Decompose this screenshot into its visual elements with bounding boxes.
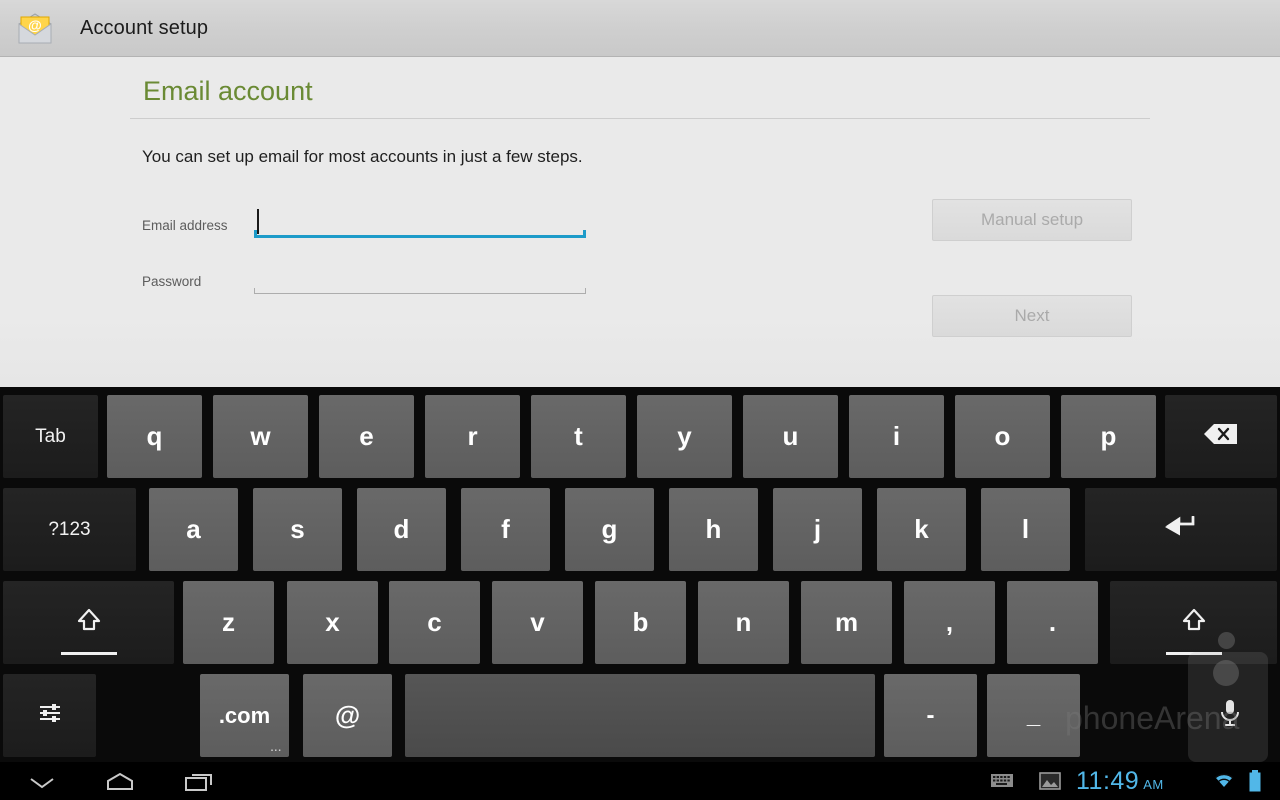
intro-text: You can set up email for most accounts i… — [142, 147, 583, 166]
setup-content: Email account You can set up email for m… — [0, 57, 1280, 387]
keyboard-icon[interactable] — [990, 771, 1014, 794]
title-divider — [130, 118, 1150, 119]
key-at-sign[interactable]: @ — [303, 674, 392, 757]
email-field-underline — [254, 230, 586, 238]
key-settings[interactable] — [3, 674, 96, 757]
popup-indicator: ... — [270, 743, 282, 754]
back-icon[interactable] — [20, 770, 64, 794]
key-symbols[interactable]: ?123 — [3, 488, 136, 571]
key-shift-right[interactable] — [1110, 581, 1277, 664]
key-enter[interactable] — [1085, 488, 1277, 571]
password-field-underline — [254, 288, 586, 294]
key-h[interactable]: h — [669, 488, 758, 571]
email-field-label: Email address — [142, 218, 228, 233]
next-button[interactable]: Next — [932, 295, 1132, 337]
onscreen-keyboard: Tab q w e r t y u i o p ?123 a s d f g h… — [0, 387, 1280, 762]
system-navigation-bar: 11:49 AM — [0, 762, 1280, 800]
key-y[interactable]: y — [637, 395, 732, 478]
app-title: Account setup — [80, 16, 209, 39]
email-input[interactable] — [254, 204, 586, 238]
backspace-icon — [1203, 422, 1239, 452]
key-m[interactable]: m — [801, 581, 892, 664]
key-u[interactable]: u — [743, 395, 838, 478]
key-dot-com[interactable]: .com ... — [200, 674, 289, 757]
key-j[interactable]: j — [773, 488, 862, 571]
key-underscore[interactable]: _ — [987, 674, 1080, 757]
key-f[interactable]: f — [461, 488, 550, 571]
key-q[interactable]: q — [107, 395, 202, 478]
text-caret — [257, 209, 259, 234]
key-dot-com-label: .com — [218, 702, 271, 728]
key-v[interactable]: v — [492, 581, 583, 664]
keyboard-row-1: Tab q w e r t y u i o p — [0, 391, 1280, 484]
key-tab[interactable]: Tab — [3, 395, 98, 478]
key-space[interactable] — [405, 674, 875, 757]
key-t[interactable]: t — [531, 395, 626, 478]
key-k[interactable]: k — [877, 488, 966, 571]
key-e[interactable]: e — [319, 395, 414, 478]
key-w[interactable]: w — [213, 395, 308, 478]
keyboard-row-3: z x c v b n m , . — [0, 577, 1280, 670]
wifi-icon — [1212, 772, 1236, 795]
key-o[interactable]: o — [955, 395, 1050, 478]
keyboard-row-2: ?123 a s d f g h j k l — [0, 484, 1280, 577]
key-r[interactable]: r — [425, 395, 520, 478]
sliders-icon — [37, 700, 63, 732]
key-c[interactable]: c — [389, 581, 480, 664]
shift-icon — [75, 606, 103, 640]
key-s[interactable]: s — [253, 488, 342, 571]
key-comma[interactable]: , — [904, 581, 995, 664]
password-field-label: Password — [142, 274, 202, 289]
microphone-icon — [1217, 697, 1243, 735]
clock-ampm: AM — [1143, 777, 1164, 792]
page-title: Email account — [143, 76, 313, 106]
android-tablet-screen: @ Account setup Email account You can se… — [0, 0, 1280, 800]
key-x[interactable]: x — [287, 581, 378, 664]
email-app-icon: @ — [15, 8, 55, 48]
key-period[interactable]: . — [1007, 581, 1098, 664]
clock-time: 11:49 — [1076, 767, 1140, 795]
home-icon[interactable] — [98, 770, 142, 794]
action-bar: @ Account setup — [0, 0, 1280, 57]
key-n[interactable]: n — [698, 581, 789, 664]
screenshot-icon[interactable] — [1038, 771, 1062, 796]
key-b[interactable]: b — [595, 581, 686, 664]
key-shift-left[interactable] — [3, 581, 174, 664]
shift-icon — [1180, 606, 1208, 640]
key-hyphen[interactable]: - — [884, 674, 977, 757]
svg-text:@: @ — [28, 17, 42, 33]
key-i[interactable]: i — [849, 395, 944, 478]
shift-indicator-bar — [60, 652, 117, 655]
keyboard-row-4: .com ... @ - _ — [0, 670, 1280, 763]
key-p[interactable]: p — [1061, 395, 1156, 478]
key-d[interactable]: d — [357, 488, 446, 571]
status-clock: 11:49 AM — [1076, 767, 1164, 796]
key-z[interactable]: z — [183, 581, 274, 664]
key-g[interactable]: g — [565, 488, 654, 571]
password-input[interactable] — [254, 260, 586, 294]
key-a[interactable]: a — [149, 488, 238, 571]
enter-icon — [1159, 514, 1203, 546]
key-voice-input[interactable] — [1183, 674, 1277, 757]
recent-apps-icon[interactable] — [178, 770, 222, 794]
key-l[interactable]: l — [981, 488, 1070, 571]
manual-setup-button[interactable]: Manual setup — [932, 199, 1132, 241]
key-backspace[interactable] — [1165, 395, 1277, 478]
battery-icon — [1248, 770, 1262, 797]
shift-indicator-bar — [1165, 652, 1222, 655]
